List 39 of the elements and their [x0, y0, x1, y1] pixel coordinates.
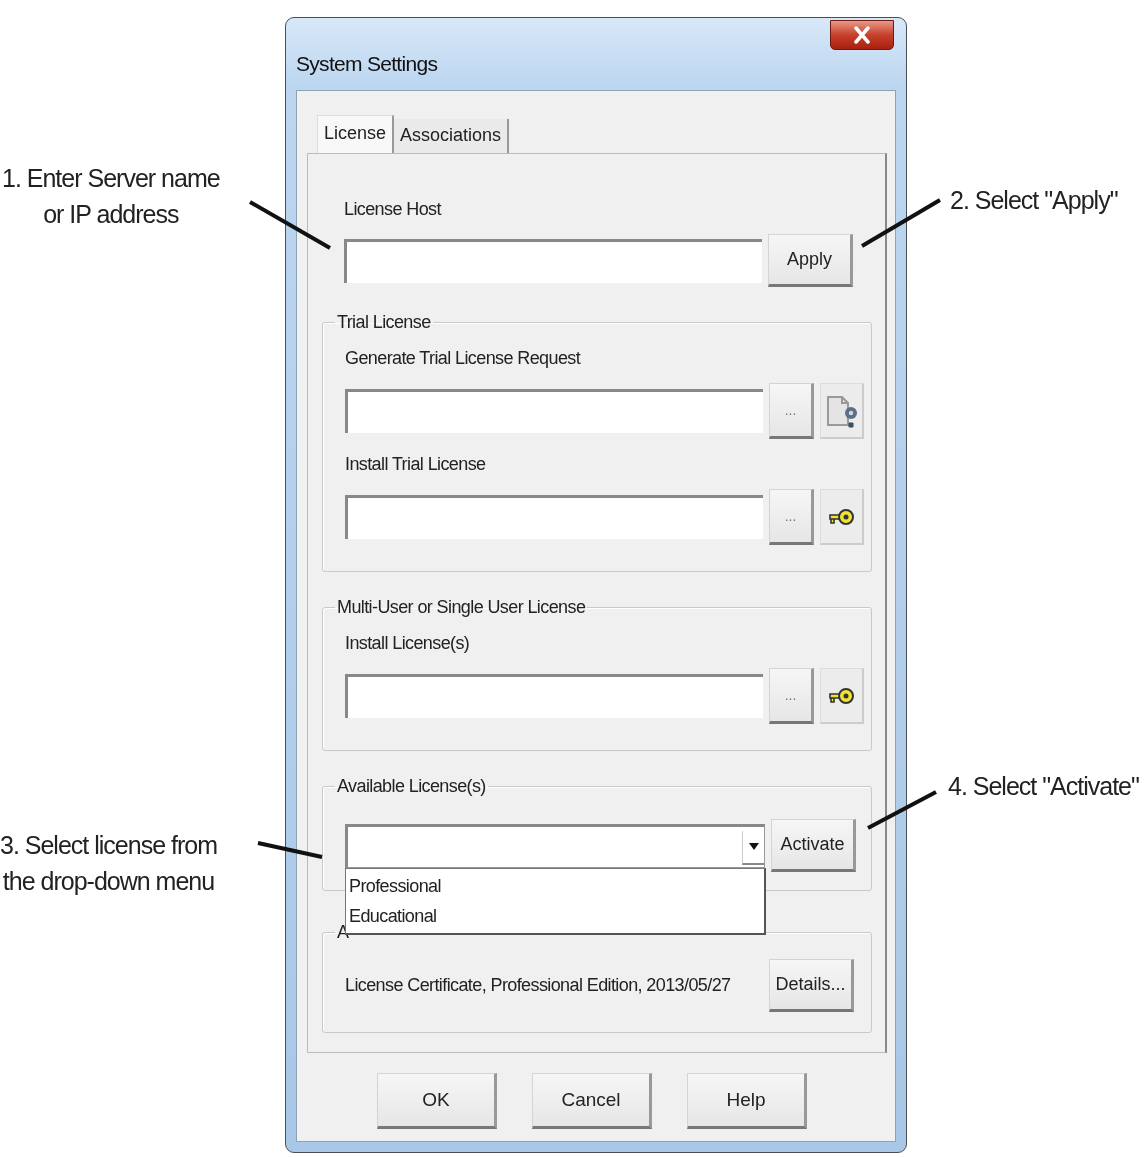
- window-title: System Settings: [296, 52, 438, 76]
- group-title: Trial License: [336, 311, 432, 333]
- group-title: Available License(s): [336, 775, 487, 797]
- callout-text: 2. Select "Apply": [950, 185, 1118, 216]
- key-icon: [828, 506, 855, 527]
- browse-button[interactable]: ...: [769, 489, 814, 545]
- dropdown-option[interactable]: Educational: [346, 900, 764, 931]
- dropdown-arrow-icon: [748, 843, 759, 850]
- dialog-button[interactable]: Help: [687, 1073, 807, 1129]
- file-path-field[interactable]: [345, 674, 763, 718]
- field-label: Generate Trial License Request: [345, 347, 582, 369]
- activate-button[interactable]: Activate: [771, 819, 856, 872]
- details-button[interactable]: Details...: [769, 959, 854, 1012]
- apply-button[interactable]: Apply: [768, 234, 853, 287]
- license-info-text: License Certificate, Professional Edition, 2013/05/27: [345, 974, 732, 997]
- close-button[interactable]: [830, 20, 894, 50]
- tab[interactable]: License: [317, 115, 395, 153]
- leader-line: [257, 841, 323, 859]
- dropdown-option[interactable]: Professional: [346, 870, 764, 901]
- tab[interactable]: Associations: [394, 119, 510, 153]
- key-icon: [828, 685, 855, 706]
- group-title: Multi-User or Single User License: [336, 596, 587, 618]
- close-icon: [854, 26, 870, 44]
- action-button[interactable]: [820, 489, 864, 545]
- file-path-field[interactable]: [345, 389, 763, 433]
- field-label: License Host: [344, 198, 443, 220]
- callout-text: 4. Select "Activate": [948, 771, 1139, 802]
- browse-button[interactable]: ...: [769, 668, 814, 724]
- license-host-field[interactable]: [344, 238, 762, 283]
- file-path-field[interactable]: [345, 495, 763, 539]
- action-button[interactable]: [820, 668, 864, 724]
- leader-line: [867, 790, 937, 830]
- field-label: Install Trial License: [345, 453, 487, 475]
- dialog-button[interactable]: OK: [377, 1073, 497, 1129]
- callout-text: 1. Enter Server name or IP address: [2, 163, 220, 230]
- callout-text: 3. Select license from the drop-down menu: [0, 830, 217, 897]
- field-label: Install License(s): [345, 632, 471, 654]
- browse-button[interactable]: ...: [769, 383, 814, 439]
- dialog-button[interactable]: Cancel: [532, 1073, 652, 1129]
